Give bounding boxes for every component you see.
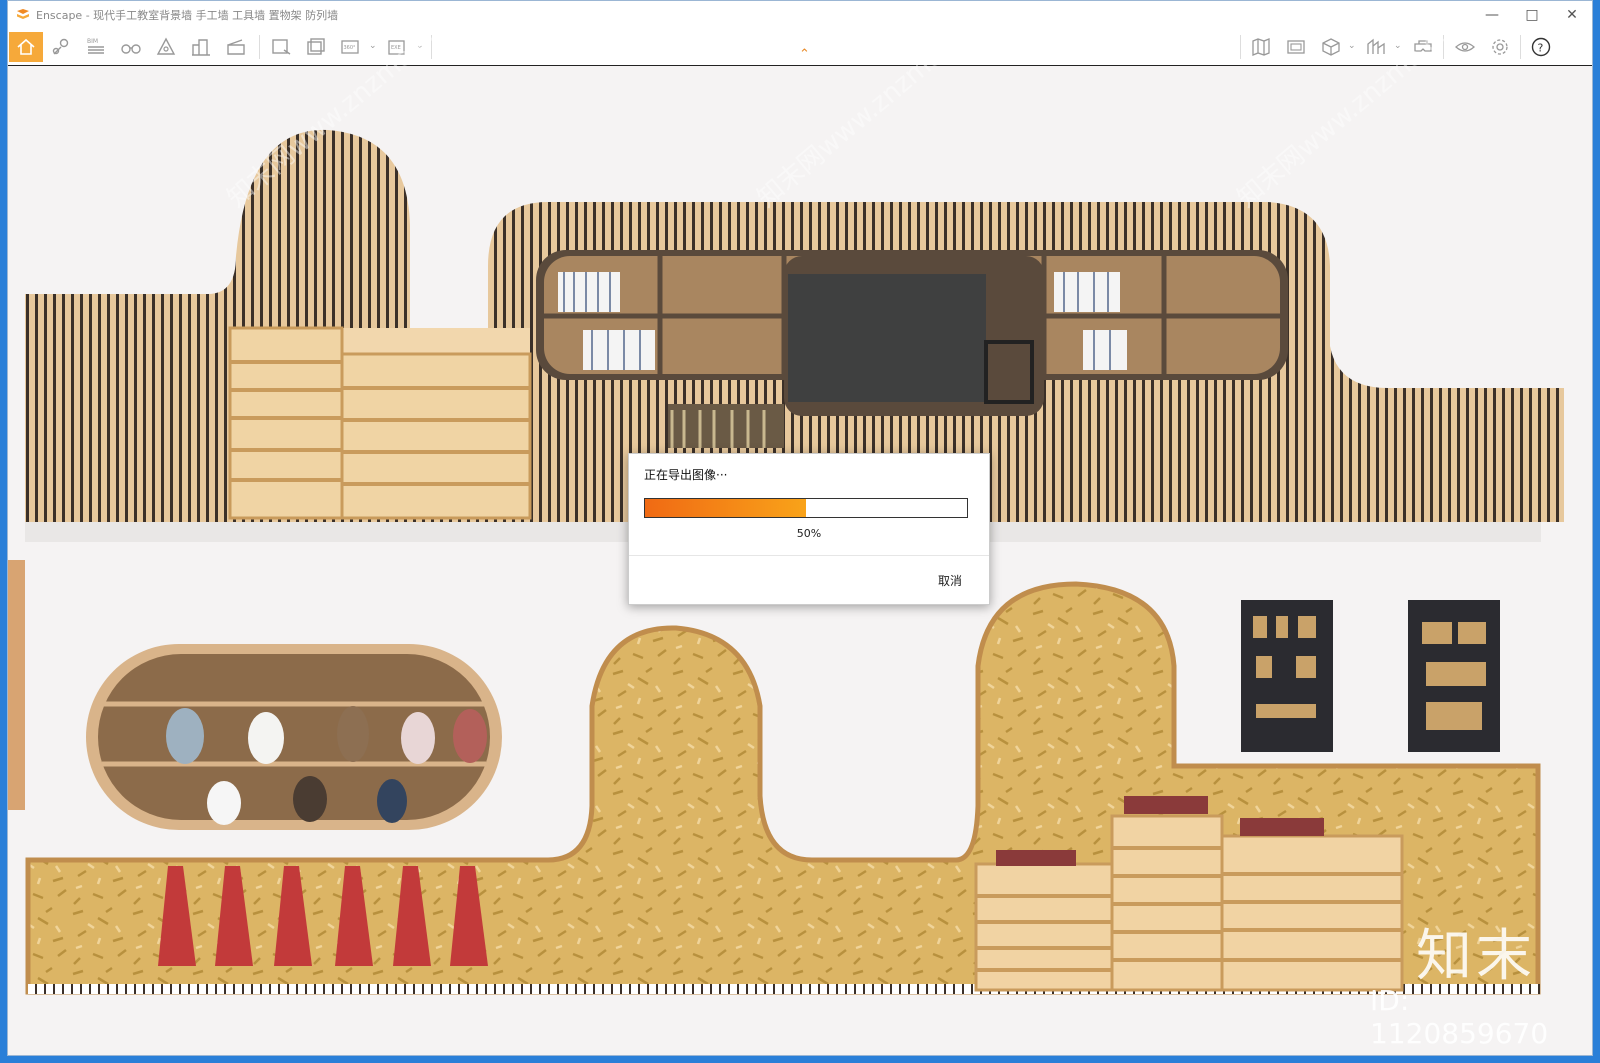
brand-watermark: 知末 (1416, 924, 1536, 989)
app-window: Enscape - 现代手工教室背景墙 手工墙 工具墙 置物架 防列墙 — □ … (7, 0, 1593, 1056)
city-button[interactable] (186, 32, 216, 62)
collapse-toolbar-chevron-icon[interactable]: ⌃ (799, 47, 810, 62)
bim-button[interactable]: BIM (81, 32, 111, 62)
toolbar-separator (1240, 35, 1241, 59)
panorama-button[interactable]: 360° (336, 32, 366, 62)
pano-label: 360° (344, 45, 357, 51)
maximize-button[interactable]: □ (1512, 1, 1552, 29)
export-progress-dialog: 正在导出图像··· 50% 取消 (628, 453, 990, 605)
dialog-divider (629, 555, 989, 556)
oval-vase-shelf (86, 644, 502, 830)
binoculars-icon (121, 44, 141, 54)
cancel-button[interactable]: 取消 (938, 572, 962, 589)
atmosphere-icon (156, 37, 176, 55)
title-bar: Enscape - 现代手工教室背景墙 手工墙 工具墙 置物架 防列墙 — □ … (8, 1, 1592, 29)
map-icon (1252, 38, 1270, 56)
bim-icon: BIM (87, 38, 104, 54)
toolbar-separator (1520, 35, 1521, 59)
cube-icon (1322, 38, 1340, 56)
batch-render-icon (307, 38, 325, 55)
clapper-icon (227, 39, 245, 55)
wood-bookshelf-left (228, 326, 532, 520)
minimize-button[interactable]: — (1472, 1, 1512, 29)
help-button[interactable]: ? (1526, 32, 1556, 62)
panorama-dropdown-icon[interactable]: ⌄ (369, 41, 377, 51)
progress-fill (645, 499, 806, 517)
side-wall-edge (8, 560, 25, 810)
help-icon: ? (1531, 37, 1551, 57)
atmosphere-button[interactable] (151, 32, 181, 62)
window-controls: — □ ✕ (1472, 1, 1592, 29)
export-progress-bar (644, 498, 968, 518)
poster-frames (1241, 600, 1500, 752)
video-editor-button[interactable] (221, 32, 251, 62)
close-button[interactable]: ✕ (1552, 1, 1592, 29)
dialog-title: 正在导出图像··· (644, 468, 728, 482)
views-button[interactable] (116, 32, 146, 62)
window-title: Enscape - 现代手工教室背景墙 手工墙 工具墙 置物架 防列墙 (36, 9, 339, 22)
screenshot-icon (272, 39, 291, 55)
building-icon (192, 39, 210, 56)
progress-percent-label: 50% (796, 527, 822, 540)
gear-icon (1492, 39, 1508, 55)
asset-icon (52, 38, 69, 55)
collaborate-button[interactable] (1316, 32, 1346, 62)
asset-library-button[interactable] (46, 32, 76, 62)
batch-render-button[interactable] (301, 32, 331, 62)
home-icon (17, 38, 35, 55)
collaborate-dropdown-icon[interactable]: ⌄ (1348, 41, 1356, 51)
capture-icon (1287, 40, 1305, 54)
home-button[interactable] (9, 32, 43, 62)
enscape-logo-icon (17, 9, 29, 19)
svg-text:?: ? (1538, 42, 1544, 55)
toolbar-separator (259, 35, 260, 59)
panorama-icon: 360° (341, 40, 359, 54)
id-watermark: ID: 1120859670 (1370, 984, 1549, 1050)
screenshot-button[interactable] (266, 32, 296, 62)
bim-label: BIM (87, 38, 98, 45)
settings-button[interactable] (1485, 32, 1515, 62)
map-button[interactable] (1246, 32, 1276, 62)
capture-button[interactable] (1281, 32, 1311, 62)
